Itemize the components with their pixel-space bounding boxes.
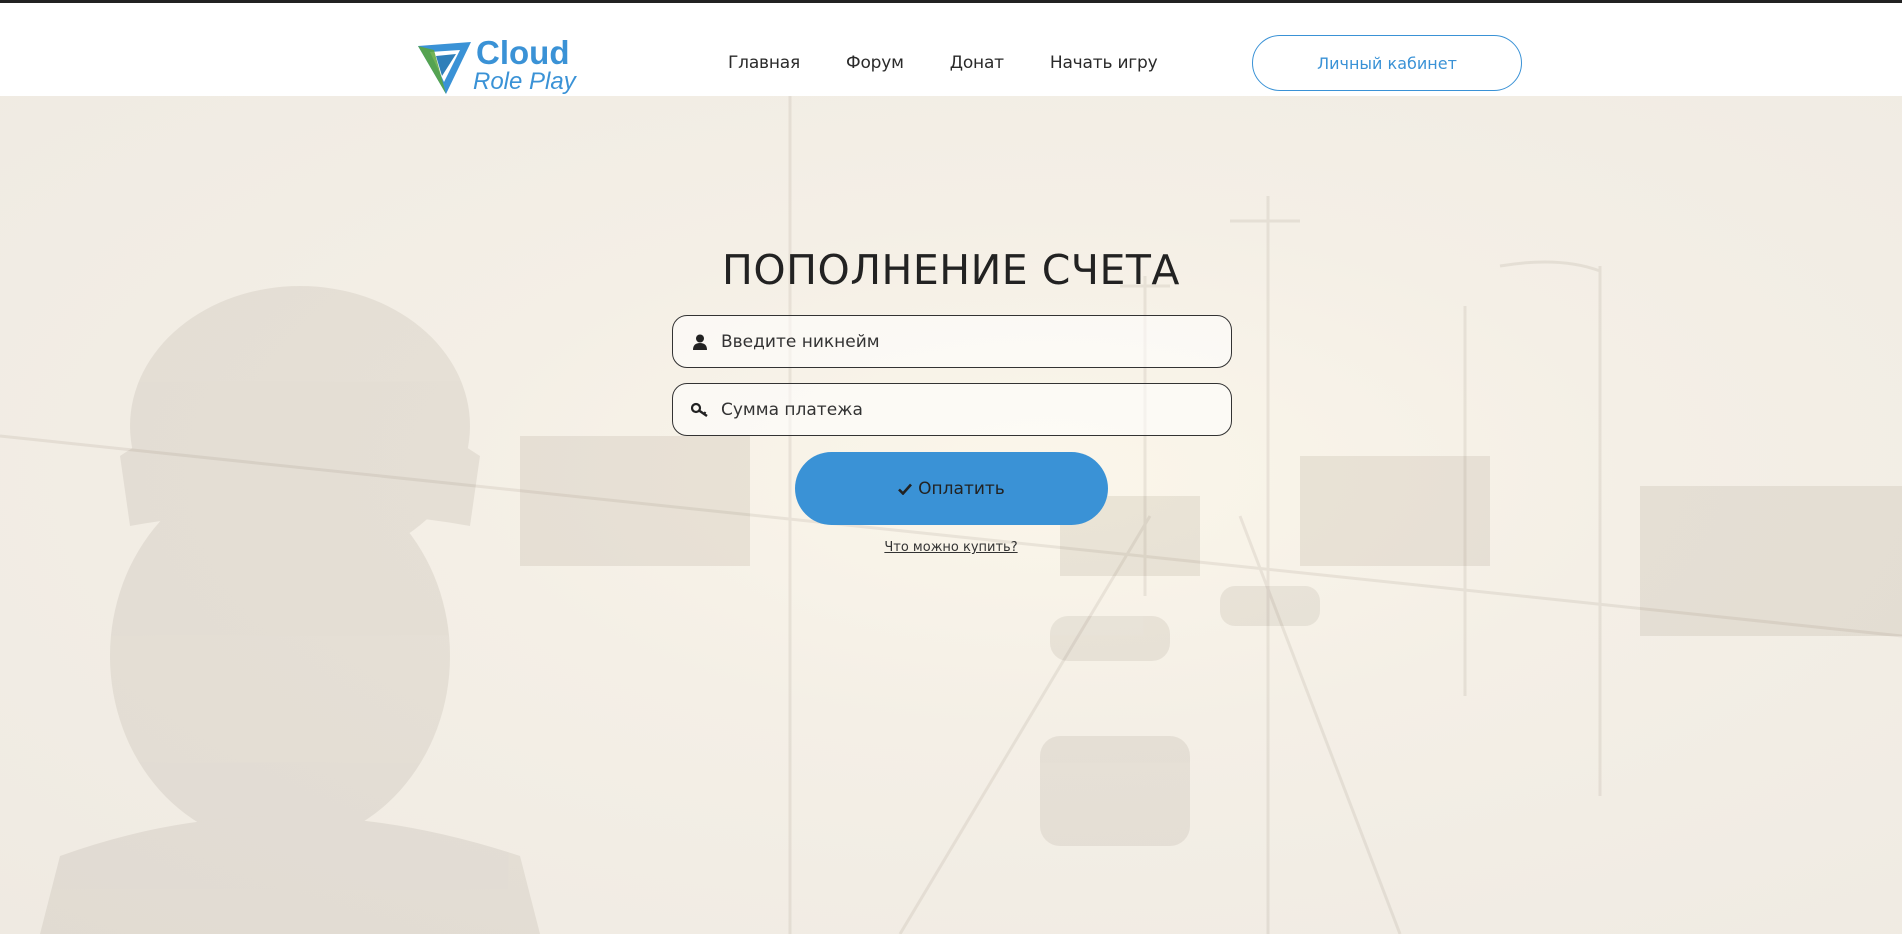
hero-section: ПОПОЛНЕНИЕ СЧЕТА Оплатить Что можно купи… [0, 96, 1902, 934]
nav-link-start-game[interactable]: Начать игру [1050, 53, 1158, 83]
nav-link-home[interactable]: Главная [728, 53, 800, 83]
logo-text-roleplay: Role Play [473, 68, 576, 95]
key-icon [689, 399, 711, 421]
main-nav: Главная Форум Донат Начать игру [728, 53, 1158, 83]
personal-account-button[interactable]: Личный кабинет [1252, 35, 1522, 91]
nav-link-donate[interactable]: Донат [950, 53, 1004, 83]
logo-text-cloud: Cloud [476, 34, 570, 71]
amount-input[interactable] [721, 399, 1201, 420]
pay-button[interactable]: Оплатить [795, 452, 1108, 525]
nickname-input[interactable] [721, 331, 1201, 352]
check-icon [898, 483, 913, 495]
logo-triangle-icon [418, 42, 471, 94]
nickname-field[interactable] [672, 315, 1232, 368]
what-can-buy-link[interactable]: Что можно купить? [884, 540, 1017, 555]
nav-link-forum[interactable]: Форум [846, 53, 904, 83]
site-header: Cloud Role Play Главная Форум Донат Нача… [0, 3, 1902, 96]
user-icon [689, 331, 711, 353]
pay-button-label: Оплатить [918, 478, 1005, 499]
logo[interactable]: Cloud Role Play [416, 36, 591, 98]
what-can-buy-wrapper: Что можно купить? [0, 536, 1902, 555]
amount-field[interactable] [672, 383, 1232, 436]
page-title: ПОПОЛНЕНИЕ СЧЕТА [722, 246, 1180, 294]
